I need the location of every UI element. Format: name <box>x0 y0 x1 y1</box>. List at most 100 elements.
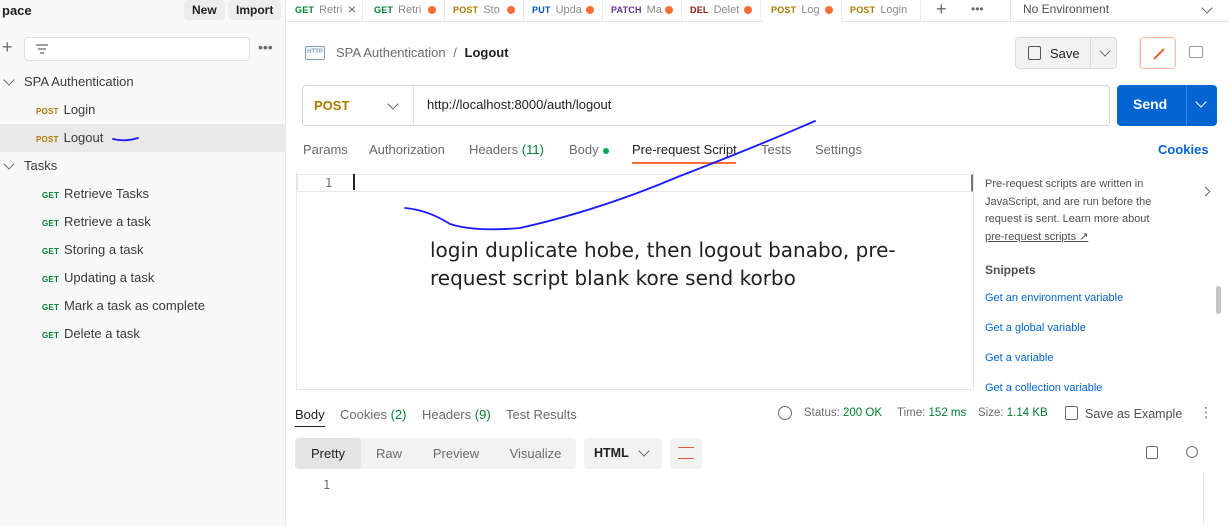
view-raw[interactable]: Raw <box>361 438 417 469</box>
globe-icon[interactable] <box>778 406 792 420</box>
tab-headers[interactable]: Headers (11) <box>469 142 544 157</box>
cookies-link[interactable]: Cookies <box>1158 142 1209 157</box>
chevron-down-icon[interactable] <box>1099 45 1111 57</box>
import-button[interactable]: Import <box>228 0 282 20</box>
headers-count: (11) <box>521 142 544 157</box>
tab-login[interactable]: POST Login <box>842 0 921 22</box>
tab-body[interactable]: Body <box>569 142 609 157</box>
format-select[interactable]: HTML <box>584 438 662 469</box>
unsaved-dot-icon <box>507 6 515 14</box>
response-more-icon[interactable]: ⋮ <box>1199 404 1213 421</box>
tab-params[interactable]: Params <box>303 142 348 157</box>
collection-spa-authentication[interactable]: SPA Authentication <box>0 68 286 96</box>
environment-selector[interactable]: No Environment <box>1010 0 1229 22</box>
snippet-item[interactable]: Get a global variable <box>985 322 1086 334</box>
add-collection-icon[interactable]: + <box>2 38 13 56</box>
sidebar-header: pace New Import <box>0 0 286 26</box>
scrollbar[interactable] <box>1203 474 1211 524</box>
tab-update[interactable]: PUT Upda <box>524 0 603 22</box>
response-tab-tests[interactable]: Test Results <box>506 407 577 422</box>
request-name: Mark a task as complete <box>64 298 205 313</box>
url-bar: POST http://localhost:8000/auth/logout <box>302 85 1110 126</box>
chevron-down-icon[interactable] <box>1195 96 1207 108</box>
method-select[interactable]: POST <box>314 98 349 113</box>
unsaved-dot-icon <box>744 6 752 14</box>
tab-label: Login <box>880 4 908 16</box>
tab-store[interactable]: POST Sto <box>445 0 524 22</box>
folder-tasks[interactable]: Tasks <box>0 152 286 180</box>
tab-settings[interactable]: Settings <box>815 142 862 157</box>
method-badge: GET <box>42 275 60 284</box>
snippet-item[interactable]: Get an environment variable <box>985 292 1123 304</box>
help-link[interactable]: pre-request scripts ↗ <box>985 231 1088 243</box>
scrollbar[interactable] <box>1216 286 1221 314</box>
method-badge: GET <box>42 247 60 256</box>
send-button[interactable]: Send <box>1117 85 1217 126</box>
view-pretty[interactable]: Pretty <box>295 438 361 469</box>
tab-authorization[interactable]: Authorization <box>369 142 445 157</box>
tab-retrieve-2[interactable]: GET Retri <box>366 0 445 22</box>
time-value: 152 ms <box>928 407 967 419</box>
sidebar-more-icon[interactable]: ••• <box>258 39 273 55</box>
line-number: 1 <box>323 478 331 492</box>
view-visualize[interactable]: Visualize <box>495 438 576 469</box>
save-as-example-button[interactable]: Save as Example <box>1085 407 1182 421</box>
collection-name: SPA Authentication <box>24 74 134 89</box>
help-panel: Pre-request scripts are written in JavaS… <box>985 176 1165 246</box>
unsaved-dot-icon <box>428 6 436 14</box>
tab-pre-request-script[interactable]: Pre-request Script <box>632 142 737 157</box>
folder-name: Tasks <box>24 158 58 173</box>
close-icon[interactable]: × <box>348 0 356 19</box>
request-item-updating-a-task[interactable]: GET Updating a task <box>0 264 286 292</box>
request-item-login[interactable]: POST Login <box>0 96 286 124</box>
breadcrumb-current[interactable]: Logout <box>465 45 509 60</box>
breadcrumb-parent[interactable]: SPA Authentication <box>336 45 446 60</box>
snippet-item[interactable]: Get a variable <box>985 352 1053 364</box>
breadcrumb-separator: / <box>453 45 457 60</box>
request-name: Retrieve a task <box>64 214 151 229</box>
sidebar-search-input[interactable] <box>24 37 250 61</box>
method-badge: PATCH <box>611 5 642 15</box>
request-item-logout[interactable]: POST Logout <box>0 124 286 152</box>
response-tab-cookies[interactable]: Cookies (2) <box>340 407 406 422</box>
response-view-toggle: Pretty Raw Preview Visualize <box>295 438 576 469</box>
request-item-retrieve-a-task[interactable]: GET Retrieve a task <box>0 208 286 236</box>
documentation-button[interactable] <box>1180 37 1212 69</box>
request-item-storing-a-task[interactable]: GET Storing a task <box>0 236 286 264</box>
new-tab-icon[interactable]: + <box>936 0 947 18</box>
tab-tests[interactable]: Tests <box>761 142 791 157</box>
save-button[interactable]: Save <box>1015 37 1117 69</box>
url-input[interactable]: http://localhost:8000/auth/logout <box>427 97 611 112</box>
method-badge: GET <box>42 303 60 312</box>
snippet-item[interactable]: Get a collection variable <box>985 382 1102 391</box>
chevron-down-icon[interactable] <box>387 98 399 110</box>
tab-logout[interactable]: POST Log <box>763 0 842 22</box>
request-item-delete-a-task[interactable]: GET Delete a task <box>0 320 286 348</box>
new-button[interactable]: New <box>184 0 225 20</box>
request-item-retrieve-tasks[interactable]: GET Retrieve Tasks <box>0 180 286 208</box>
tab-body-label: Body <box>569 142 599 157</box>
tab-label: Ma <box>646 4 662 16</box>
tab-more-icon[interactable]: ••• <box>971 2 984 16</box>
method-badge: PUT <box>532 5 551 15</box>
cookies-label: Cookies <box>340 407 387 422</box>
search-icon[interactable] <box>1186 446 1198 458</box>
breadcrumb: SPA Authentication / Logout <box>336 45 509 60</box>
tab-mark[interactable]: PATCH Ma <box>603 0 682 22</box>
response-tab-body[interactable]: Body <box>295 407 325 422</box>
chevron-right-icon[interactable] <box>1200 186 1211 197</box>
save-icon <box>1065 406 1078 420</box>
tab-retrieve-1[interactable]: GET Retri × <box>287 0 363 22</box>
method-badge: POST <box>36 135 59 144</box>
chevron-down-icon <box>3 158 15 170</box>
view-preview[interactable]: Preview <box>417 438 495 469</box>
method-badge: GET <box>42 331 60 340</box>
request-item-mark-complete[interactable]: GET Mark a task as complete <box>0 292 286 320</box>
wrap-lines-button[interactable] <box>670 438 702 469</box>
request-name: Updating a task <box>64 270 155 285</box>
tab-delete[interactable]: DEL Delet <box>682 0 761 22</box>
copy-icon[interactable] <box>1146 446 1158 459</box>
response-tab-headers[interactable]: Headers (9) <box>422 407 491 422</box>
edit-button[interactable] <box>1140 37 1176 69</box>
send-label: Send <box>1133 96 1168 112</box>
